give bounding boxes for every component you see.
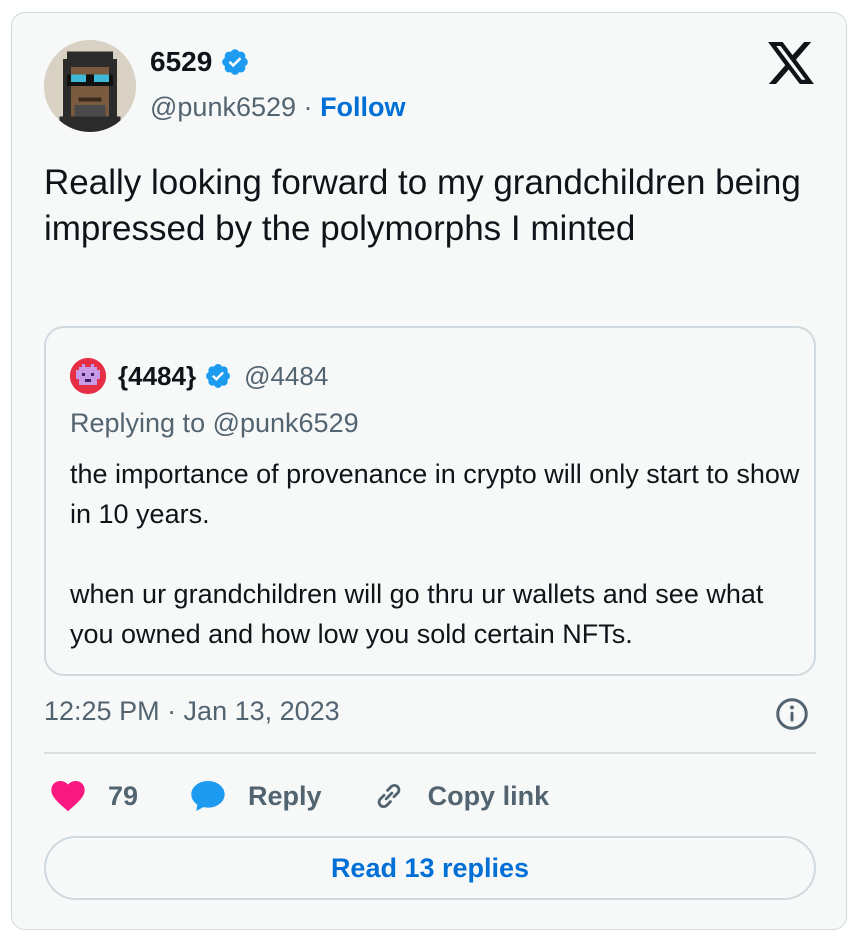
author-handle[interactable]: @punk6529 [150,92,296,122]
handle-separator: · [303,92,313,122]
copy-link-label: Copy link [427,780,550,811]
like-button[interactable]: 79 [44,776,138,816]
replying-to: Replying to @punk6529 [70,408,359,438]
reply-label: Reply [248,780,322,811]
read-replies-button[interactable]: Read 13 replies [44,836,816,900]
quoted-avatar[interactable] [70,358,106,394]
quoted-tweet[interactable]: {4484} @4484 Replying to @punk6529 the i… [44,326,816,676]
verified-badge-icon [206,364,231,388]
quoted-text: the importance of provenance in crypto w… [70,459,800,649]
x-logo-icon[interactable] [768,42,814,84]
heart-icon [51,781,85,812]
copy-link-button[interactable]: Copy link [372,779,550,813]
quoted-author-name: {4484} [118,360,197,391]
action-bar: 79 Reply Copy link [44,772,549,820]
verified-badge-icon [222,49,249,75]
quoted-author-handle: @4484 [244,360,329,391]
like-count: 79 [108,780,139,811]
reply-button[interactable]: Reply [188,776,322,816]
link-icon [377,783,400,809]
tweet-text: Really looking forward to my grandchildr… [44,163,801,248]
author-avatar[interactable] [44,40,136,132]
author-name[interactable]: 6529 [150,46,212,78]
tweet-timestamp[interactable]: 12:25 PM · Jan 13, 2023 [44,696,340,727]
pixel-creature-avatar-icon [70,358,106,394]
divider [44,752,816,754]
info-icon[interactable] [774,696,810,732]
speech-bubble-icon [191,781,225,811]
pixel-punk-avatar-icon [44,40,136,132]
follow-button[interactable]: Follow [320,92,405,122]
